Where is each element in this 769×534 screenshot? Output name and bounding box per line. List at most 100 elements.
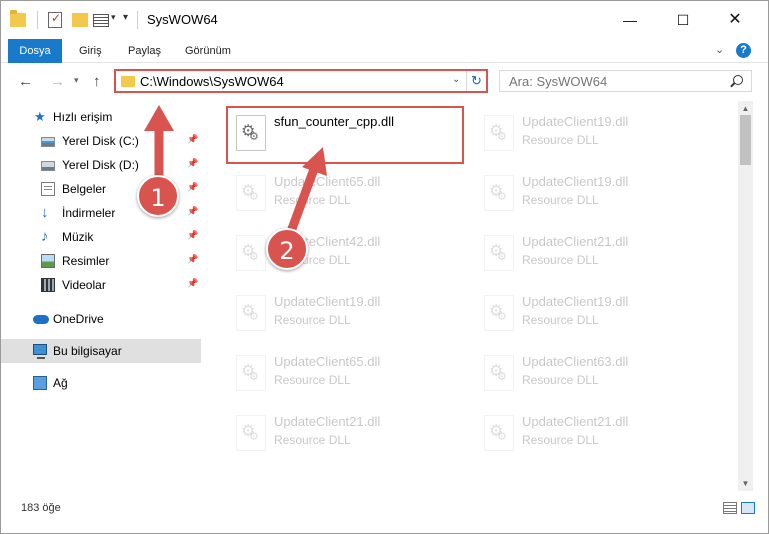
file-item[interactable]: UpdateClient63.dll Resource DLL xyxy=(476,347,716,403)
sidebar-item-local-disk-c[interactable]: Yerel Disk (C:) 📌 xyxy=(1,129,201,153)
recent-locations-icon[interactable]: ▾ xyxy=(74,75,79,86)
file-item[interactable]: UpdateClient42.dll Resource DLL xyxy=(228,227,468,283)
pin-icon[interactable]: 📌 xyxy=(187,230,198,241)
address-bar[interactable]: C:\Windows\SysWOW64 ⌄ ↻ xyxy=(114,69,488,93)
file-description: Resource DLL xyxy=(274,433,351,447)
dll-file-icon xyxy=(236,415,266,451)
file-item[interactable]: UpdateClient19.dll Resource DLL xyxy=(228,287,468,343)
file-item[interactable]: UpdateClient21.dll Resource DLL xyxy=(476,227,716,283)
item-count: 183 öğe xyxy=(21,502,61,514)
sidebar-item-onedrive[interactable]: OneDrive xyxy=(1,307,201,331)
search-icon[interactable] xyxy=(733,75,743,85)
tab-view[interactable]: Görünüm xyxy=(185,39,231,63)
file-item[interactable]: UpdateClient21.dll Resource DLL xyxy=(476,407,716,463)
scroll-thumb[interactable] xyxy=(740,115,751,165)
dll-file-icon xyxy=(236,355,266,391)
new-folder-icon[interactable] xyxy=(72,13,88,27)
window-title: SysWOW64 xyxy=(147,12,218,27)
dll-file-icon xyxy=(484,115,514,151)
computer-icon xyxy=(33,344,47,359)
pin-icon[interactable]: 📌 xyxy=(187,278,198,289)
pin-icon[interactable]: 📌 xyxy=(187,134,198,145)
view-dropdown-icon[interactable]: ▾ xyxy=(111,12,116,23)
pin-icon[interactable]: 📌 xyxy=(187,158,198,169)
file-description: Resource DLL xyxy=(522,253,599,267)
sidebar-item-label: Yerel Disk (C:) xyxy=(62,134,139,148)
up-arrow-icon[interactable]: ↑ xyxy=(93,73,101,90)
properties-icon[interactable] xyxy=(48,11,62,28)
view-icon[interactable] xyxy=(93,14,109,27)
file-description: Resource DLL xyxy=(522,193,599,207)
pin-icon[interactable]: 📌 xyxy=(187,206,198,217)
file-description: Resource DLL xyxy=(274,193,351,207)
dll-file-icon xyxy=(236,235,266,271)
tab-file[interactable]: Dosya xyxy=(8,39,62,63)
file-item[interactable]: UpdateClient19.dll Resource DLL xyxy=(476,287,716,343)
sidebar-item-label: Videolar xyxy=(62,278,106,292)
folder-icon xyxy=(10,10,26,27)
sidebar-item-label: İndirmeler xyxy=(62,206,116,220)
dll-file-icon xyxy=(236,175,266,211)
quick-access-dropdown-icon[interactable]: ▾ xyxy=(123,12,128,23)
pin-icon[interactable]: 📌 xyxy=(187,254,198,265)
tiles-view-icon[interactable] xyxy=(741,502,755,514)
star-icon: ★ xyxy=(34,109,46,124)
sidebar-item-label: Bu bilgisayar xyxy=(53,344,122,358)
file-description: Resource DLL xyxy=(522,133,599,147)
details-view-icon[interactable] xyxy=(723,502,737,514)
sidebar-item-quick-access[interactable]: ★ Hızlı erişim xyxy=(1,105,201,129)
file-name: UpdateClient21.dll xyxy=(522,234,629,249)
sidebar-item-label: OneDrive xyxy=(53,312,104,326)
address-dropdown-icon[interactable]: ⌄ xyxy=(452,74,460,85)
sidebar-item-label: Resimler xyxy=(62,254,110,268)
sidebar-item-videos[interactable]: Videolar 📌 xyxy=(1,273,201,297)
file-description: Resource DLL xyxy=(274,313,351,327)
network-icon xyxy=(33,376,47,390)
highlight-box xyxy=(226,106,464,164)
file-item[interactable]: UpdateClient19.dll Resource DLL xyxy=(476,107,716,163)
search-input[interactable] xyxy=(500,71,725,91)
file-name: UpdateClient65.dll xyxy=(274,354,381,369)
file-item[interactable]: UpdateClient65.dll Resource DLL xyxy=(228,347,468,403)
tab-share[interactable]: Paylaş xyxy=(128,39,161,63)
vertical-scrollbar[interactable]: ▲ ▼ xyxy=(738,101,753,491)
search-box[interactable] xyxy=(499,70,752,92)
sidebar-item-this-pc[interactable]: Bu bilgisayar xyxy=(1,339,201,363)
drive-icon xyxy=(41,137,55,147)
file-name: UpdateClient19.dll xyxy=(274,294,381,309)
sidebar-item-pictures[interactable]: Resimler 📌 xyxy=(1,249,201,273)
expand-ribbon-icon[interactable]: ⌄ xyxy=(715,43,724,56)
step-2-badge: 2 xyxy=(266,228,308,270)
scroll-down-icon[interactable]: ▼ xyxy=(738,476,753,491)
dll-file-icon xyxy=(484,415,514,451)
navigation-pane: ★ Hızlı erişim Yerel Disk (C:) 📌 Yerel D… xyxy=(1,101,204,491)
sidebar-item-label: Hızlı erişim xyxy=(53,110,113,124)
scroll-up-icon[interactable]: ▲ xyxy=(738,101,753,116)
back-arrow-icon[interactable]: ← xyxy=(18,73,33,90)
file-item[interactable]: UpdateClient65.dll Resource DLL xyxy=(228,167,468,223)
sidebar-item-local-disk-d[interactable]: Yerel Disk (D:) 📌 xyxy=(1,153,201,177)
file-description: Resource DLL xyxy=(522,373,599,387)
refresh-icon[interactable]: ↻ xyxy=(466,71,486,91)
file-item[interactable]: UpdateClient19.dll Resource DLL xyxy=(476,167,716,223)
dll-file-icon xyxy=(484,235,514,271)
pin-icon[interactable]: 📌 xyxy=(187,182,198,193)
file-name: UpdateClient65.dll xyxy=(274,174,381,189)
sidebar-item-network[interactable]: Ağ xyxy=(1,371,201,395)
download-icon: ↓ xyxy=(41,204,49,221)
help-icon[interactable]: ? xyxy=(736,43,751,58)
forward-arrow-icon[interactable]: → xyxy=(50,73,65,90)
minimize-button[interactable]: — xyxy=(607,1,653,39)
sidebar-item-music[interactable]: ♪ Müzik 📌 xyxy=(1,225,201,249)
maximize-button[interactable]: ☐ xyxy=(660,1,706,39)
navigation-bar: ← → ▾ ↑ C:\Windows\SysWOW64 ⌄ ↻ xyxy=(1,63,768,101)
address-path[interactable]: C:\Windows\SysWOW64 xyxy=(140,74,284,89)
file-name: UpdateClient19.dll xyxy=(522,294,629,309)
file-item[interactable]: UpdateClient21.dll Resource DLL xyxy=(228,407,468,463)
close-button[interactable]: ✕ xyxy=(712,1,758,39)
explorer-window: ▾ ▾ SysWOW64 — ☐ ✕ Dosya Giriş Paylaş Gö… xyxy=(0,0,769,534)
dll-file-icon xyxy=(484,175,514,211)
ribbon-tabs: Dosya Giriş Paylaş Görünüm ⌄ ? xyxy=(1,39,768,63)
tab-home[interactable]: Giriş xyxy=(79,39,102,63)
file-description: Resource DLL xyxy=(274,373,351,387)
